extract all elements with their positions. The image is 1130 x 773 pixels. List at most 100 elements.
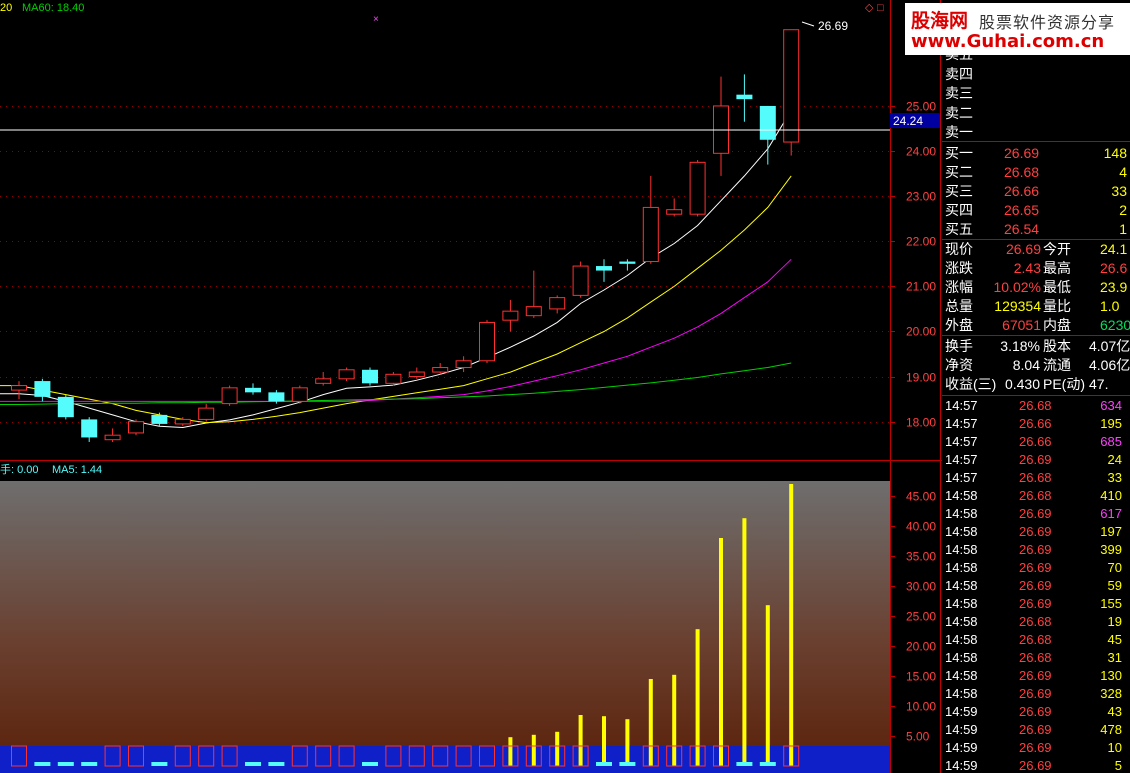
volume-tick-label: 45.00 <box>906 490 936 504</box>
ma60-label: MA60: 18.40 <box>22 2 84 14</box>
stats-label: 内盘 <box>1043 317 1071 333</box>
volume-tick-label: 10.00 <box>906 700 936 714</box>
orderbook-buy-row: 买四 26.65 2 <box>942 201 1130 220</box>
volume-bar <box>789 484 794 766</box>
volume-box-down <box>362 762 378 766</box>
volume-pane[interactable] <box>0 481 890 773</box>
tick-row[interactable]: 14:58 26.69 155 <box>942 595 1130 613</box>
orderbook-buy-row: 买一 26.69 148 <box>942 144 1130 163</box>
tick-row[interactable]: 14:59 26.69 478 <box>942 721 1130 739</box>
tick-row[interactable]: 14:58 26.69 70 <box>942 559 1130 577</box>
tick-row[interactable]: 14:59 26.69 10 <box>942 739 1130 757</box>
stats-row: 涨幅 10.02% 最低 23.9 <box>942 278 1130 297</box>
orderbook-label: 买三 <box>945 183 973 199</box>
tick-price: 26.69 <box>1019 758 1052 773</box>
diamond-icon[interactable]: ◇ <box>865 2 874 14</box>
orderbook-buy-row: 买二 26.68 4 <box>942 163 1130 182</box>
orderbook-volume: 1 <box>1119 221 1127 237</box>
candle-body-up <box>198 407 215 420</box>
cross-marker: × <box>373 14 379 25</box>
candle-body-up <box>455 360 472 369</box>
orderbook-sell-row: 卖二 <box>942 104 1130 123</box>
tick-row[interactable]: 14:57 26.66 195 <box>942 415 1130 433</box>
candle-body-up <box>642 206 659 263</box>
volume-box-down <box>81 762 98 766</box>
tick-row[interactable]: 14:57 26.68 634 <box>942 397 1130 415</box>
orderbook-buy-row: 买三 26.66 33 <box>942 182 1130 201</box>
fundamentals-row: 收益(三) 0.430 PE(动) 47. <box>942 375 1130 394</box>
candle-body-up <box>174 418 191 425</box>
tick-volume: 399 <box>1100 542 1122 557</box>
tick-row[interactable]: 14:58 26.68 31 <box>942 649 1130 667</box>
stats-label: 涨幅 <box>945 279 973 295</box>
orderbook-label: 卖五 <box>945 46 973 62</box>
tick-row[interactable]: 14:58 26.69 328 <box>942 685 1130 703</box>
tick-volume: 5 <box>1114 758 1122 773</box>
kline-chart[interactable]: 25.00 24.00 23.00 22.00 21.00 20.00 19.00 18.00… <box>0 0 942 773</box>
candle-body-up <box>385 373 402 384</box>
fundamentals-value: 4.07亿 <box>1089 338 1130 354</box>
candle-body-up <box>315 378 332 384</box>
fundamentals-label: 股本 <box>1043 338 1071 354</box>
candle-body-down <box>596 266 612 271</box>
volume-bar <box>508 737 513 766</box>
volume-bar <box>695 629 700 766</box>
price-tick-label: 24.00 <box>906 145 936 159</box>
tick-price: 26.66 <box>1019 416 1052 431</box>
tick-row[interactable]: 14:58 26.68 410 <box>942 487 1130 505</box>
tick-row[interactable]: 14:59 26.69 43 <box>942 703 1130 721</box>
tick-price: 26.69 <box>1019 524 1052 539</box>
tick-row[interactable]: 14:57 26.66 685 <box>942 433 1130 451</box>
volume-box-down <box>736 762 753 766</box>
stats-label: 最低 <box>1043 279 1071 295</box>
orderbook-label: 买四 <box>945 202 973 218</box>
volume-bar <box>555 731 560 766</box>
orderbook-volume: 4 <box>1119 164 1127 180</box>
tick-row[interactable]: 14:58 26.68 45 <box>942 631 1130 649</box>
quote-panel: 卖五 卖四 卖三 卖二 卖一 买一 26.69 148 买二 26.68 4 买三 26.66 33 买四… <box>942 0 1130 773</box>
tick-volume: 197 <box>1100 524 1122 539</box>
tick-row[interactable]: 14:58 26.69 617 <box>942 505 1130 523</box>
tick-price: 26.68 <box>1019 398 1052 413</box>
price-pane[interactable] <box>0 0 890 460</box>
volume-tick-label: 20.00 <box>906 640 936 654</box>
candle-body-up <box>128 421 144 434</box>
volume-bar <box>531 734 536 766</box>
candle-body-down <box>81 419 98 438</box>
tick-row[interactable]: 14:58 26.69 130 <box>942 667 1130 685</box>
candle-body-up <box>11 385 27 391</box>
fundamentals-label: 流通 <box>1043 357 1071 373</box>
tick-row[interactable]: 14:58 26.69 197 <box>942 523 1130 541</box>
tick-price: 26.69 <box>1019 596 1052 611</box>
tick-row[interactable]: 14:57 26.68 33 <box>942 469 1130 487</box>
orderbook-sell-row: 卖五 <box>942 45 1130 64</box>
orderbook-sell-row: 卖一 <box>942 123 1130 142</box>
candle-body-down <box>619 261 636 264</box>
orderbook-sell-row: 卖四 <box>942 65 1130 84</box>
tick-volume: 31 <box>1107 650 1122 665</box>
square-icon[interactable]: □ <box>877 2 884 14</box>
tick-time: 14:59 <box>945 758 978 773</box>
price-tick-label: 25.00 <box>906 100 936 114</box>
volume-bar <box>578 715 583 766</box>
tick-time: 14:59 <box>945 704 978 719</box>
stats-value: 2.43 <box>1013 260 1041 276</box>
tick-row[interactable]: 14:59 26.69 5 <box>942 757 1130 773</box>
tick-row[interactable]: 14:58 26.69 399 <box>942 541 1130 559</box>
tick-price: 26.68 <box>1019 650 1052 665</box>
tick-price: 26.69 <box>1019 560 1052 575</box>
stats-label: 涨跌 <box>945 260 973 276</box>
tick-row[interactable]: 14:58 26.69 59 <box>942 577 1130 595</box>
candle-body-down <box>268 392 285 402</box>
volume-bar <box>742 518 747 766</box>
tick-row[interactable]: 14:57 26.69 24 <box>942 451 1130 469</box>
fundamentals-value: 3.18% <box>1000 338 1040 354</box>
volume-box-down <box>268 762 285 766</box>
candle-body-down <box>57 396 74 418</box>
price-tick-label: 23.00 <box>906 190 936 204</box>
orderbook-price: 26.65 <box>1004 202 1040 218</box>
tick-volume: 19 <box>1107 614 1122 629</box>
tick-time: 14:58 <box>945 488 978 503</box>
stats-label: 今开 <box>1043 241 1071 257</box>
tick-row[interactable]: 14:58 26.68 19 <box>942 613 1130 631</box>
